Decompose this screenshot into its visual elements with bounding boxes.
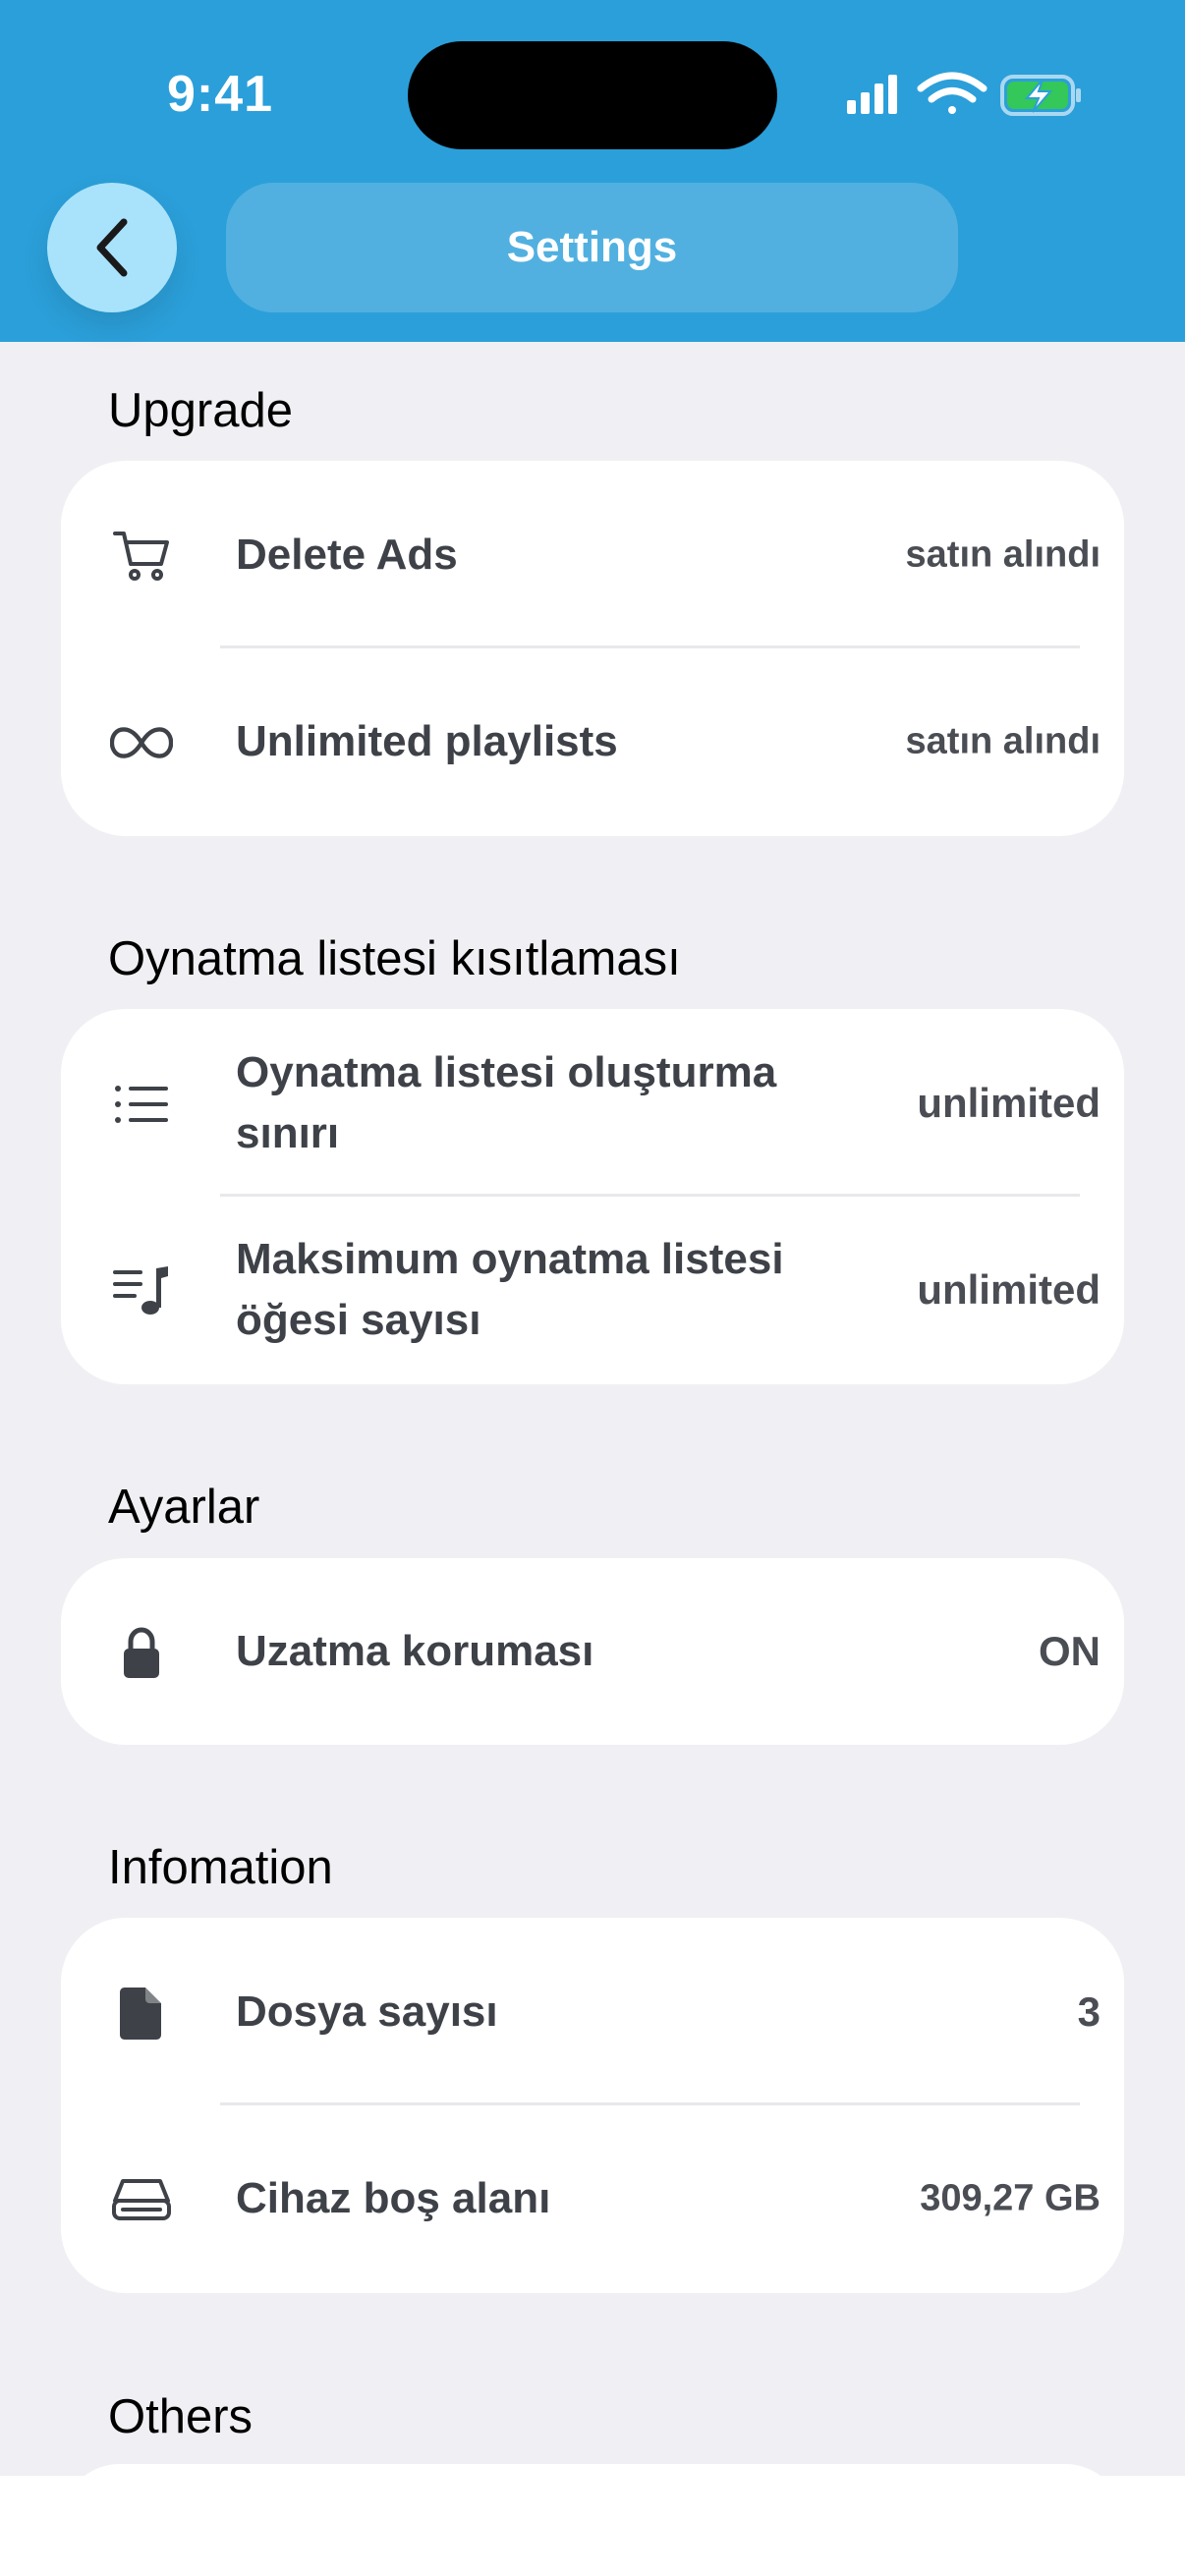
cart-icon [110, 530, 173, 583]
section-title-upgrade: Upgrade [108, 384, 293, 437]
row-free-space[interactable]: Cihaz boş alanı 309,27 GB [61, 2104, 1124, 2293]
row-value: ON [1039, 1628, 1100, 1674]
drive-icon [110, 2173, 173, 2226]
row-label: Delete Ads [236, 531, 458, 579]
row-file-count[interactable]: Dosya sayısı 3 [61, 1918, 1124, 2106]
row-value: 309,27 GB [920, 2177, 1100, 2219]
row-label: Dosya sayısı [236, 1988, 498, 2036]
dynamic-island [408, 41, 777, 149]
section-title-playlist-limits: Oynatma listesi kısıtlaması [108, 932, 681, 985]
information-card: Dosya sayısı 3 Cihaz boş alanı 309,27 GB [61, 1918, 1124, 2293]
section-title-information: Infomation [108, 1841, 333, 1894]
wifi-icon [917, 72, 988, 114]
row-unlimited-playlists[interactable]: Unlimited playlists satın alındı [61, 647, 1124, 836]
row-delete-ads[interactable]: Delete Ads satın alındı [61, 461, 1124, 649]
row-value: 3 [1077, 1988, 1100, 2035]
music-list-icon [110, 1264, 173, 1317]
list-icon [110, 1078, 173, 1131]
app-header: 9:41 Settings [0, 0, 1185, 342]
lock-icon [110, 1627, 173, 1680]
row-label: Maksimum oynatma listesi öğesi sayısı [236, 1235, 784, 1344]
status-time: 9:41 [167, 66, 274, 123]
status-bar: 9:41 [0, 0, 1185, 187]
settings-card: Uzatma koruması ON [61, 1558, 1124, 1745]
back-button[interactable] [47, 183, 177, 312]
row-playlist-creation-limit[interactable]: Oynatma listesi oluşturma sınırı unlimit… [61, 1009, 1124, 1198]
section-title-others: Others [108, 2390, 254, 2443]
section-title-settings: Ayarlar [108, 1481, 260, 1534]
infinity-icon [110, 716, 173, 769]
row-value: satın alındı [905, 533, 1100, 576]
status-icons [847, 71, 1083, 120]
cellular-signal-icon [847, 75, 897, 114]
upgrade-card: Delete Ads satın alındı Unlimited playli… [61, 461, 1124, 836]
row-value: unlimited [917, 1080, 1100, 1126]
battery-charging-icon [1000, 75, 1081, 116]
row-value: satın alındı [905, 720, 1100, 762]
bottom-area [0, 2476, 1185, 2576]
chevron-left-icon [96, 218, 128, 277]
row-label: Unlimited playlists [236, 717, 618, 765]
row-label: Cihaz boş alanı [236, 2174, 551, 2222]
title-pill: Settings [226, 183, 958, 312]
row-label: Oynatma listesi oluşturma sınırı [236, 1048, 777, 1157]
file-icon [110, 1987, 173, 2040]
row-label: Uzatma koruması [236, 1627, 594, 1675]
playlist-limits-card: Oynatma listesi oluşturma sınırı unlimit… [61, 1009, 1124, 1384]
row-max-playlist-items[interactable]: Maksimum oynatma listesi öğesi sayısı un… [61, 1196, 1124, 1384]
page-title: Settings [506, 223, 678, 271]
row-value: unlimited [917, 1266, 1100, 1313]
row-extension-protection[interactable]: Uzatma koruması ON [61, 1558, 1124, 1745]
